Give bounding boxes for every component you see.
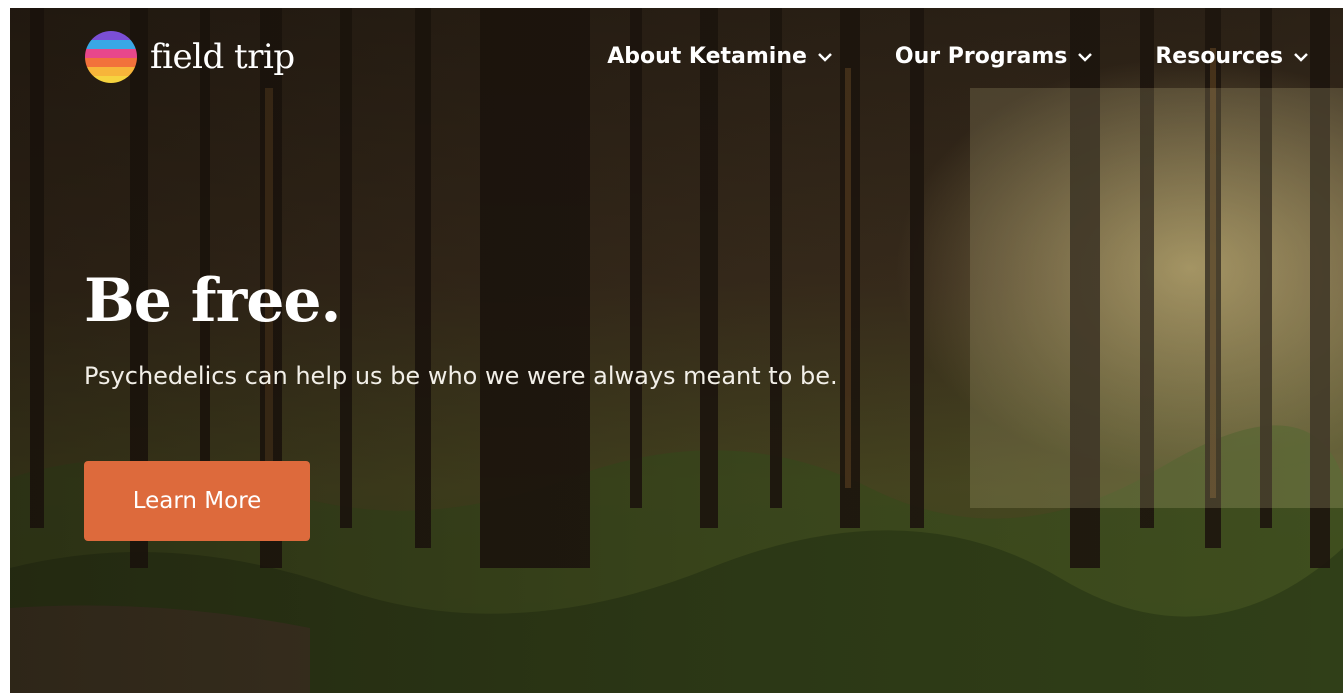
nav-item-about-ketamine[interactable]: About Ketamine [607,44,833,69]
nav-item-label: Our Programs [894,44,1068,69]
field-trip-logo[interactable]: field trip [84,30,295,84]
chevron-down-icon [818,52,832,62]
nav-item-label: About Ketamine [607,44,807,69]
hero-overlay [10,8,1343,693]
nav-item-our-programs[interactable]: Our Programs [895,44,1093,69]
main-nav: About Ketamine Our Programs Resources [607,44,1309,69]
nav-item-label: Resources [1155,44,1283,69]
chevron-down-icon [1078,52,1093,62]
chevron-down-icon [1294,52,1308,62]
hero-section [10,8,1343,693]
nav-item-resources[interactable]: Resources [1155,44,1309,69]
hero-subtitle: Psychedelics can help us be who we were … [84,362,838,390]
learn-more-button[interactable]: Learn More [84,461,310,541]
hero-title: Be free. [84,266,341,336]
rainbow-sphere-icon [85,31,137,83]
brand-name: field trip [150,37,295,77]
